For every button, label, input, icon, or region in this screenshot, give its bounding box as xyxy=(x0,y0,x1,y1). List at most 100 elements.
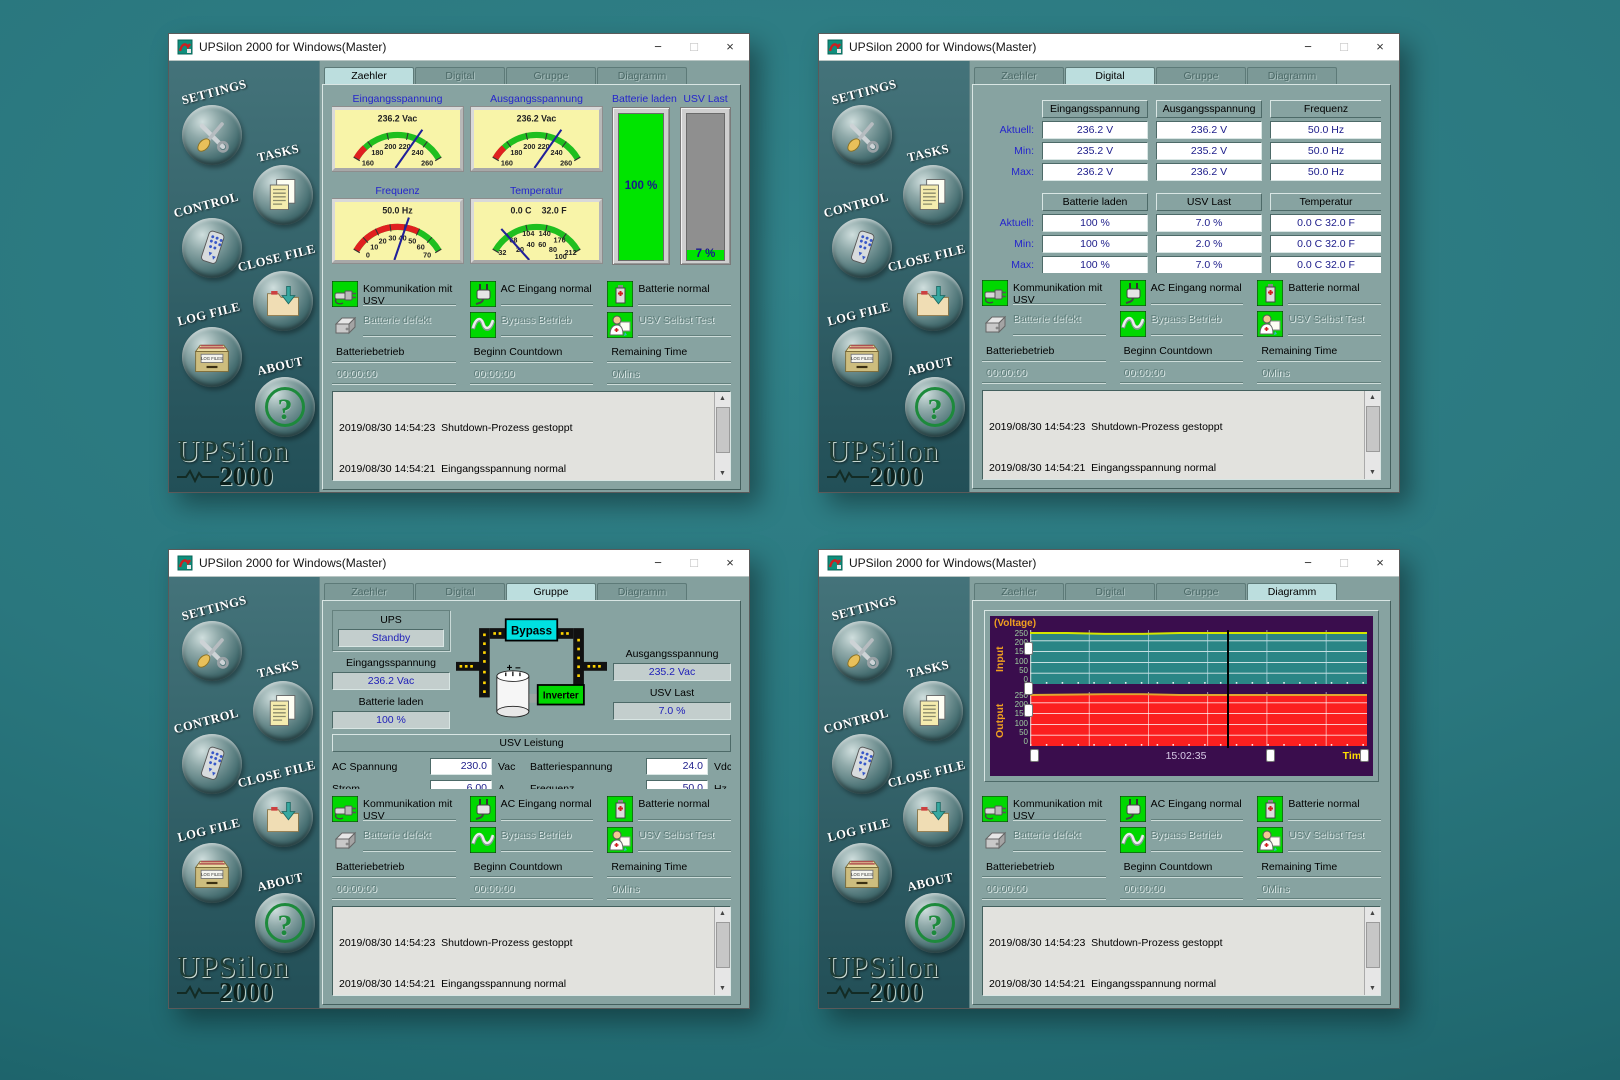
close-button[interactable]: × xyxy=(1365,552,1395,574)
settings-button[interactable] xyxy=(832,105,892,165)
battery-voltage-field[interactable]: 24.0 xyxy=(646,758,708,775)
close-button[interactable]: × xyxy=(1365,36,1395,58)
sidebar-label-tasks: TASKS xyxy=(256,657,301,681)
close-file-button[interactable] xyxy=(903,271,963,331)
slider-handle[interactable] xyxy=(1024,704,1033,717)
battery-icon xyxy=(607,281,633,307)
scroll-down-icon[interactable]: ▼ xyxy=(1365,466,1380,479)
tab-diagramm[interactable]: Diagramm xyxy=(597,67,687,84)
battery-charge-bar: Batterie laden 100 % xyxy=(612,93,670,274)
remote-control-icon xyxy=(842,228,882,268)
folder-close-icon xyxy=(263,797,303,837)
bypass-label: Bypass xyxy=(511,625,552,637)
tasks-button[interactable] xyxy=(903,681,963,741)
slider-handle[interactable] xyxy=(1030,749,1039,762)
tab-diagramm[interactable]: Diagramm xyxy=(1247,67,1337,84)
tasks-button[interactable] xyxy=(903,165,963,225)
scroll-thumb[interactable] xyxy=(1366,922,1380,968)
log-scrollbar[interactable]: ▲ ▼ xyxy=(714,907,730,995)
current-field[interactable]: 6.00 xyxy=(430,780,492,789)
svg-text:160: 160 xyxy=(501,158,513,167)
control-button[interactable] xyxy=(182,218,242,278)
settings-button[interactable] xyxy=(182,105,242,165)
log-file-button[interactable]: LOG FILES xyxy=(832,327,892,387)
bar-value: 100 % xyxy=(619,180,663,192)
scroll-thumb[interactable] xyxy=(716,922,730,968)
about-button[interactable]: ? xyxy=(255,377,315,437)
close-file-button[interactable] xyxy=(253,787,313,847)
ac-voltage-field[interactable]: 230.0 xyxy=(430,758,492,775)
scroll-down-icon[interactable]: ▼ xyxy=(715,982,730,995)
minimize-button[interactable]: − xyxy=(643,36,673,58)
value-cell: 50.0 Hz xyxy=(1270,163,1381,181)
log-scrollbar[interactable]: ▲ ▼ xyxy=(714,392,730,480)
tab-digital[interactable]: Digital xyxy=(415,583,505,600)
bypass-wave-icon xyxy=(1120,827,1146,853)
scroll-up-icon[interactable]: ▲ xyxy=(1365,391,1380,404)
frequency-field[interactable]: 50.0 xyxy=(646,780,708,789)
log-file-button[interactable]: LOG FILES xyxy=(832,843,892,903)
log-scrollbar[interactable]: ▲ ▼ xyxy=(1364,391,1380,479)
tab-diagramm[interactable]: Diagramm xyxy=(1247,583,1337,600)
slider-handle[interactable] xyxy=(1266,749,1275,762)
input-axis-label: Input xyxy=(994,630,1008,688)
scroll-up-icon[interactable]: ▲ xyxy=(1365,907,1380,920)
tab-gruppe[interactable]: Gruppe xyxy=(506,67,596,84)
log-scrollbar[interactable]: ▲ ▼ xyxy=(1364,907,1380,995)
minimize-button[interactable]: − xyxy=(1293,552,1323,574)
tab-digital[interactable]: Digital xyxy=(1065,583,1155,600)
settings-button[interactable] xyxy=(182,621,242,681)
tab-zaehler[interactable]: Zaehler xyxy=(324,67,414,84)
control-button[interactable] xyxy=(832,218,892,278)
close-button[interactable]: × xyxy=(715,36,745,58)
about-button[interactable]: ? xyxy=(905,377,965,437)
tab-gruppe[interactable]: Gruppe xyxy=(506,583,596,600)
battery-fault-box-icon xyxy=(332,827,358,853)
output-voltage-label: Ausgangsspannung xyxy=(613,648,731,660)
scroll-down-icon[interactable]: ▼ xyxy=(715,467,730,480)
settings-button[interactable] xyxy=(832,621,892,681)
tab-digital[interactable]: Digital xyxy=(1065,67,1155,84)
control-button[interactable] xyxy=(832,734,892,794)
close-file-button[interactable] xyxy=(253,271,313,331)
maximize-button[interactable]: □ xyxy=(1329,36,1359,58)
maximize-button[interactable]: □ xyxy=(1329,552,1359,574)
documents-icon xyxy=(263,175,303,215)
about-button[interactable]: ? xyxy=(905,893,965,953)
slider-handle[interactable] xyxy=(1024,642,1033,655)
gauge-frequency: Frequenz 50.0 Hz 0 10 20 30 xyxy=(332,185,463,274)
tab-digital[interactable]: Digital xyxy=(415,67,505,84)
chart-cursor[interactable] xyxy=(1227,630,1229,748)
tasks-button[interactable] xyxy=(253,165,313,225)
log-file-button[interactable]: LOG FILES xyxy=(182,843,242,903)
scroll-down-icon[interactable]: ▼ xyxy=(1365,982,1380,995)
tab-gruppe[interactable]: Gruppe xyxy=(1156,67,1246,84)
tab-zaehler[interactable]: Zaehler xyxy=(974,67,1064,84)
about-button[interactable]: ? xyxy=(255,893,315,953)
indicator-bypass: Bypass Betrieb xyxy=(470,827,594,853)
slider-handle[interactable] xyxy=(1360,749,1369,762)
tasks-button[interactable] xyxy=(253,681,313,741)
maximize-button[interactable]: □ xyxy=(679,552,709,574)
folder-close-icon xyxy=(913,281,953,321)
control-button[interactable] xyxy=(182,734,242,794)
scroll-up-icon[interactable]: ▲ xyxy=(715,392,730,405)
scroll-thumb[interactable] xyxy=(1366,406,1380,452)
tab-zaehler[interactable]: Zaehler xyxy=(974,583,1064,600)
tab-gruppe[interactable]: Gruppe xyxy=(1156,583,1246,600)
indicator-battery-normal: Batterie normal xyxy=(1257,280,1381,306)
scroll-thumb[interactable] xyxy=(716,407,730,453)
scroll-up-icon[interactable]: ▲ xyxy=(715,907,730,920)
digital-panel: Eingangsspannung Ausgangsspannung Freque… xyxy=(982,92,1381,273)
indicator-label: USV Selbst Test xyxy=(1288,827,1381,851)
tab-diagramm[interactable]: Diagramm xyxy=(597,583,687,600)
maximize-button[interactable]: □ xyxy=(679,36,709,58)
tab-zaehler[interactable]: Zaehler xyxy=(324,583,414,600)
log-file-button[interactable]: LOG FILES xyxy=(182,327,242,387)
minimize-button[interactable]: − xyxy=(1293,36,1323,58)
minimize-button[interactable]: − xyxy=(643,552,673,574)
sidebar-label-close-file: CLOSE FILE xyxy=(236,242,317,276)
slider-handle[interactable] xyxy=(1024,682,1033,695)
close-file-button[interactable] xyxy=(903,787,963,847)
close-button[interactable]: × xyxy=(715,552,745,574)
